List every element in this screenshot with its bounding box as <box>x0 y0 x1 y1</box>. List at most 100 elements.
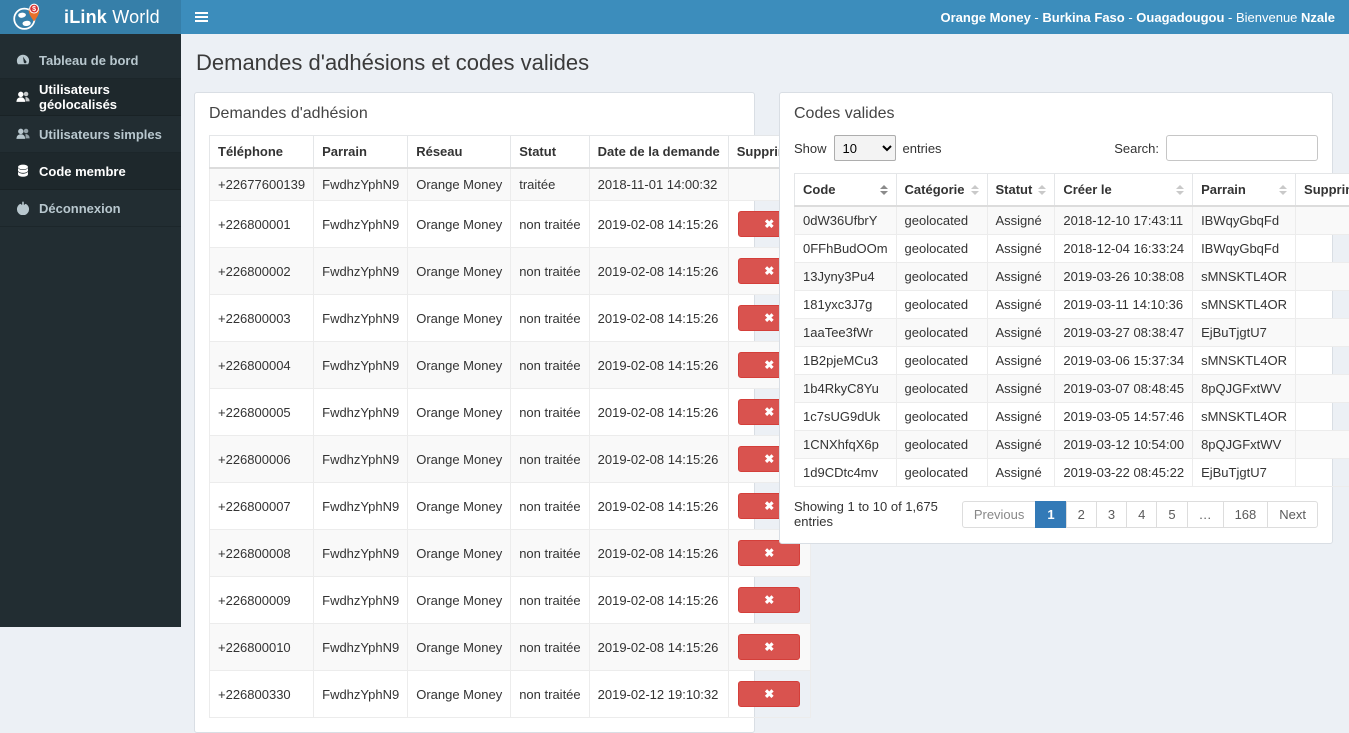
reseau-cell: Orange Money <box>408 671 511 718</box>
date-cell: 2019-02-08 14:15:26 <box>589 342 728 389</box>
categorie-cell: geolocated <box>896 235 987 263</box>
statut-cell: Assigné <box>987 347 1055 375</box>
adhesion-row: +226800006FwdhzYphN9Orange Moneynon trai… <box>210 436 811 483</box>
page-number-button[interactable]: 3 <box>1096 501 1127 528</box>
username: Nzale <box>1301 10 1335 25</box>
parrain-cell: sMNSKTL4OR <box>1193 263 1296 291</box>
parrain-cell: FwdhzYphN9 <box>314 671 408 718</box>
x-icon: ✖ <box>764 311 774 325</box>
date-cell: 2019-02-12 19:10:32 <box>589 671 728 718</box>
column-header-code[interactable]: Code <box>795 174 897 207</box>
date-cell: 2019-02-08 14:15:26 <box>589 436 728 483</box>
reseau-cell: Orange Money <box>408 201 511 248</box>
next-page-button[interactable]: Next <box>1267 501 1318 528</box>
column-header-label: Parrain <box>1201 182 1246 197</box>
statut-cell: non traitée <box>511 624 589 671</box>
page-number-button[interactable]: 2 <box>1066 501 1097 528</box>
statut-cell: non traitée <box>511 342 589 389</box>
parrain-cell: 8pQJGFxtWV <box>1193 375 1296 403</box>
page-number-button[interactable]: 5 <box>1156 501 1187 528</box>
categorie-cell: geolocated <box>896 459 987 487</box>
top-bar: $ iLink World Orange Money - Burkina Fas… <box>0 0 1349 34</box>
sidebar: Tableau de bord Utilisateurs géolocalisé… <box>0 34 181 627</box>
supprimer-cell: ✖ <box>728 624 810 671</box>
supprimer-cell <box>1296 403 1349 431</box>
reseau-cell: Orange Money <box>408 248 511 295</box>
x-icon: ✖ <box>764 499 774 513</box>
parrain-cell: 8pQJGFxtWV <box>1193 431 1296 459</box>
org-name: Orange Money <box>941 10 1031 25</box>
sort-icon <box>1038 185 1046 195</box>
page-length-control: Show 10 entries <box>794 135 942 161</box>
parrain-cell: FwdhzYphN9 <box>314 201 408 248</box>
column-header-supprimer[interactable]: Supprimer <box>1296 174 1349 207</box>
reseau-cell: Orange Money <box>408 483 511 530</box>
adhesion-row: +226800004FwdhzYphN9Orange Moneynon trai… <box>210 342 811 389</box>
categorie-cell: geolocated <box>896 403 987 431</box>
page-length-select[interactable]: 10 <box>834 135 896 161</box>
parrain-cell: EjBuTjgtU7 <box>1193 319 1296 347</box>
column-header-parrain: Parrain <box>314 136 408 169</box>
column-header-cr-er-le[interactable]: Créer le <box>1055 174 1193 207</box>
telephone-cell: +226800009 <box>210 577 314 624</box>
sidebar-item-utilisateurs-geolocalises[interactable]: Utilisateurs géolocalisés <box>0 79 181 116</box>
code-cell: 1c7sUG9dUk <box>795 403 897 431</box>
delete-button[interactable]: ✖ <box>738 634 800 660</box>
date-cell: 2019-02-08 14:15:26 <box>589 389 728 436</box>
sidebar-item-utilisateurs-simples[interactable]: Utilisateurs simples <box>0 116 181 153</box>
reseau-cell: Orange Money <box>408 530 511 577</box>
categorie-cell: geolocated <box>896 347 987 375</box>
parrain-cell: FwdhzYphN9 <box>314 624 408 671</box>
x-icon: ✖ <box>764 264 774 278</box>
search-input[interactable] <box>1166 135 1318 161</box>
code-cell: 1aaTee3fWr <box>795 319 897 347</box>
previous-page-button[interactable]: Previous <box>962 501 1037 528</box>
statut-cell: Assigné <box>987 403 1055 431</box>
code-cell: 0FFhBudOOm <box>795 235 897 263</box>
parrain-cell: FwdhzYphN9 <box>314 295 408 342</box>
column-header-statut: Statut <box>511 136 589 169</box>
power-icon <box>15 201 30 216</box>
column-header-statut[interactable]: Statut <box>987 174 1055 207</box>
reseau-cell: Orange Money <box>408 436 511 483</box>
sort-icon <box>1176 185 1184 195</box>
sidebar-item-deconnexion[interactable]: Déconnexion <box>0 190 181 227</box>
telephone-cell: +226800007 <box>210 483 314 530</box>
search-control: Search: <box>1114 135 1318 161</box>
statut-cell: non traitée <box>511 389 589 436</box>
x-icon: ✖ <box>764 546 774 560</box>
column-header-parrain[interactable]: Parrain <box>1193 174 1296 207</box>
sidebar-item-tableau-de-bord[interactable]: Tableau de bord <box>0 42 181 79</box>
code-row: 1aaTee3fWrgeolocatedAssigné2019-03-27 08… <box>795 319 1349 347</box>
x-icon: ✖ <box>764 452 774 466</box>
parrain-cell: FwdhzYphN9 <box>314 342 408 389</box>
svg-text:$: $ <box>32 6 36 13</box>
reseau-cell: Orange Money <box>408 624 511 671</box>
delete-button[interactable]: ✖ <box>738 681 800 707</box>
sidebar-item-code-membre[interactable]: Code membre <box>0 153 181 190</box>
date-cell: 2019-02-08 14:15:26 <box>589 295 728 342</box>
code-cell: 13Jyny3Pu4 <box>795 263 897 291</box>
x-icon: ✖ <box>764 687 774 701</box>
adhesion-row: +226800009FwdhzYphN9Orange Moneynon trai… <box>210 577 811 624</box>
telephone-cell: +226800001 <box>210 201 314 248</box>
delete-button[interactable]: ✖ <box>738 587 800 613</box>
date-cell: 2019-02-08 14:15:26 <box>589 530 728 577</box>
x-icon: ✖ <box>764 217 774 231</box>
pagination: Previous12345…168Next <box>962 501 1318 528</box>
statut-cell: non traitée <box>511 483 589 530</box>
adhesion-row: +226800007FwdhzYphN9Orange Moneynon trai… <box>210 483 811 530</box>
reseau-cell: Orange Money <box>408 342 511 389</box>
sidebar-toggle-button[interactable] <box>181 0 221 34</box>
column-header-cat-gorie[interactable]: Catégorie <box>896 174 987 207</box>
users-icon <box>15 127 30 142</box>
date-cell: 2019-02-08 14:15:26 <box>589 201 728 248</box>
parrain-cell: FwdhzYphN9 <box>314 248 408 295</box>
parrain-cell: FwdhzYphN9 <box>314 168 408 201</box>
cree-le-cell: 2019-03-12 10:54:00 <box>1055 431 1193 459</box>
page-number-button[interactable]: 4 <box>1126 501 1157 528</box>
page-number-button[interactable]: 168 <box>1223 501 1269 528</box>
adhesion-row: +226800008FwdhzYphN9Orange Moneynon trai… <box>210 530 811 577</box>
page-number-button[interactable]: 1 <box>1035 501 1066 528</box>
brand-logo-area[interactable]: $ iLink World <box>0 0 181 34</box>
